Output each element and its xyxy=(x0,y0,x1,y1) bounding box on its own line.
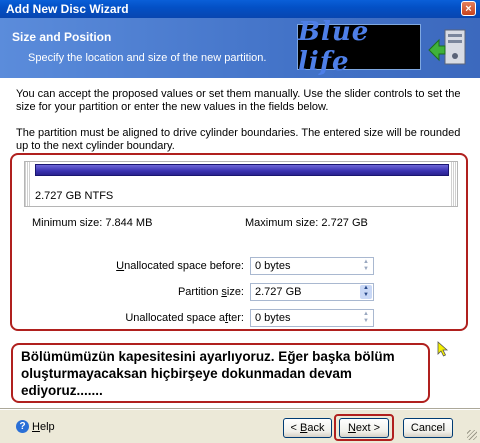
unallocated-before-field[interactable]: 0 bytes ▲ ▼ xyxy=(250,257,374,275)
mouse-cursor-icon xyxy=(437,341,449,357)
step-title: Size and Position xyxy=(12,30,112,44)
wizard-header: Size and Position Specify the location a… xyxy=(0,17,480,78)
close-button[interactable]: × xyxy=(461,1,476,16)
help-link[interactable]: Help xyxy=(32,421,55,433)
unallocated-before-label: Unallocated space before: xyxy=(116,260,244,272)
disk-map[interactable]: 2.727 GB NTFS xyxy=(24,161,458,207)
slider-handle-right[interactable] xyxy=(451,162,457,206)
window-title: Add New Disc Wizard xyxy=(6,2,129,16)
slider-handle-left[interactable] xyxy=(25,162,31,206)
partition-settings-panel: 2.727 GB NTFS Minimum size: 7.844 MB Max… xyxy=(10,153,468,331)
logo-text: Blue life xyxy=(298,17,370,77)
unallocated-before-value: 0 bytes xyxy=(255,260,291,272)
unallocated-after-label: Unallocated space after: xyxy=(125,312,244,324)
help-icon[interactable]: ? xyxy=(16,420,29,433)
blue-life-logo: Blue life xyxy=(297,17,421,77)
resize-grip[interactable] xyxy=(467,430,477,440)
annotation-note: Bölümümüzün kapesitesini ayarlıyoruz. Eğ… xyxy=(11,343,430,403)
spin-arrows-icon[interactable]: ▲ ▼ xyxy=(360,311,372,325)
title-bar: Add New Disc Wizard × xyxy=(0,0,480,18)
spin-arrows-icon[interactable]: ▲ ▼ xyxy=(360,259,372,273)
footer-divider xyxy=(0,408,480,410)
maximum-size-label: Maximum size: 2.727 GB xyxy=(245,217,368,229)
intro-text: You can accept the proposed values or se… xyxy=(16,88,461,113)
cancel-button[interactable]: Cancel xyxy=(403,418,453,438)
minimum-size-label: Minimum size: 7.844 MB xyxy=(32,217,153,229)
partition-size-value: 2.727 GB xyxy=(255,286,302,298)
step-subtitle: Specify the location and size of the new… xyxy=(28,52,267,64)
spin-arrows-icon[interactable]: ▲ ▼ xyxy=(360,285,372,299)
partition-size-label: Partition size: xyxy=(177,286,244,298)
disk-drive-icon xyxy=(428,29,466,65)
partition-size-field[interactable]: 2.727 GB ▲ ▼ xyxy=(250,283,374,301)
wizard-content: You can accept the proposed values or se… xyxy=(0,78,480,408)
back-button[interactable]: < Back xyxy=(283,418,332,438)
unallocated-after-field[interactable]: 0 bytes ▲ ▼ xyxy=(250,309,374,327)
partition-label: 2.727 GB NTFS xyxy=(35,190,114,202)
partition-bar[interactable] xyxy=(35,164,449,176)
alignment-note: The partition must be aligned to drive c… xyxy=(16,127,461,152)
next-button[interactable]: Next > xyxy=(339,418,389,438)
unallocated-after-value: 0 bytes xyxy=(255,312,291,324)
